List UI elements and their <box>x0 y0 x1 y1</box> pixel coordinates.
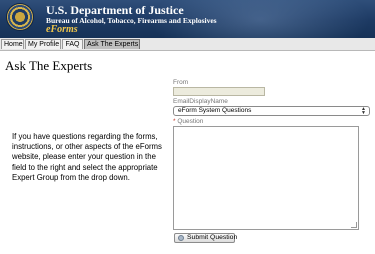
tab-faq[interactable]: FAQ <box>62 39 83 49</box>
site-header: U.S. Department of Justice Bureau of Alc… <box>0 0 375 38</box>
required-marker: * <box>173 118 176 125</box>
submit-question-label: Submit Question <box>187 234 238 241</box>
question-textarea[interactable] <box>173 126 359 230</box>
expert-group-select[interactable]: eForm System Questions ▲ ▼ <box>173 106 370 116</box>
page-title: Ask The Experts <box>5 58 93 73</box>
submit-icon <box>178 235 184 241</box>
resize-grip-icon[interactable] <box>351 222 357 228</box>
question-label: * Question <box>173 118 203 125</box>
intro-text: If you have questions regarding the form… <box>12 132 162 182</box>
tab-ask-the-experts[interactable]: Ask The Experts <box>84 39 140 49</box>
email-display-name-label: EmailDisplayName <box>173 98 228 105</box>
doj-seal-icon <box>7 4 33 30</box>
from-field[interactable] <box>173 87 265 96</box>
question-label-text: Question <box>177 118 204 125</box>
tab-home[interactable]: Home <box>1 39 24 49</box>
tab-my-profile[interactable]: My Profile <box>25 39 61 49</box>
expert-group-selected: eForm System Questions <box>178 107 252 114</box>
main-nav: Home My Profile FAQ Ask The Experts <box>0 38 375 51</box>
from-label: From <box>173 79 189 86</box>
app-name: eForms <box>46 24 78 35</box>
submit-question-button[interactable]: Submit Question <box>174 233 238 243</box>
select-arrows-icon: ▲ ▼ <box>361 106 366 116</box>
